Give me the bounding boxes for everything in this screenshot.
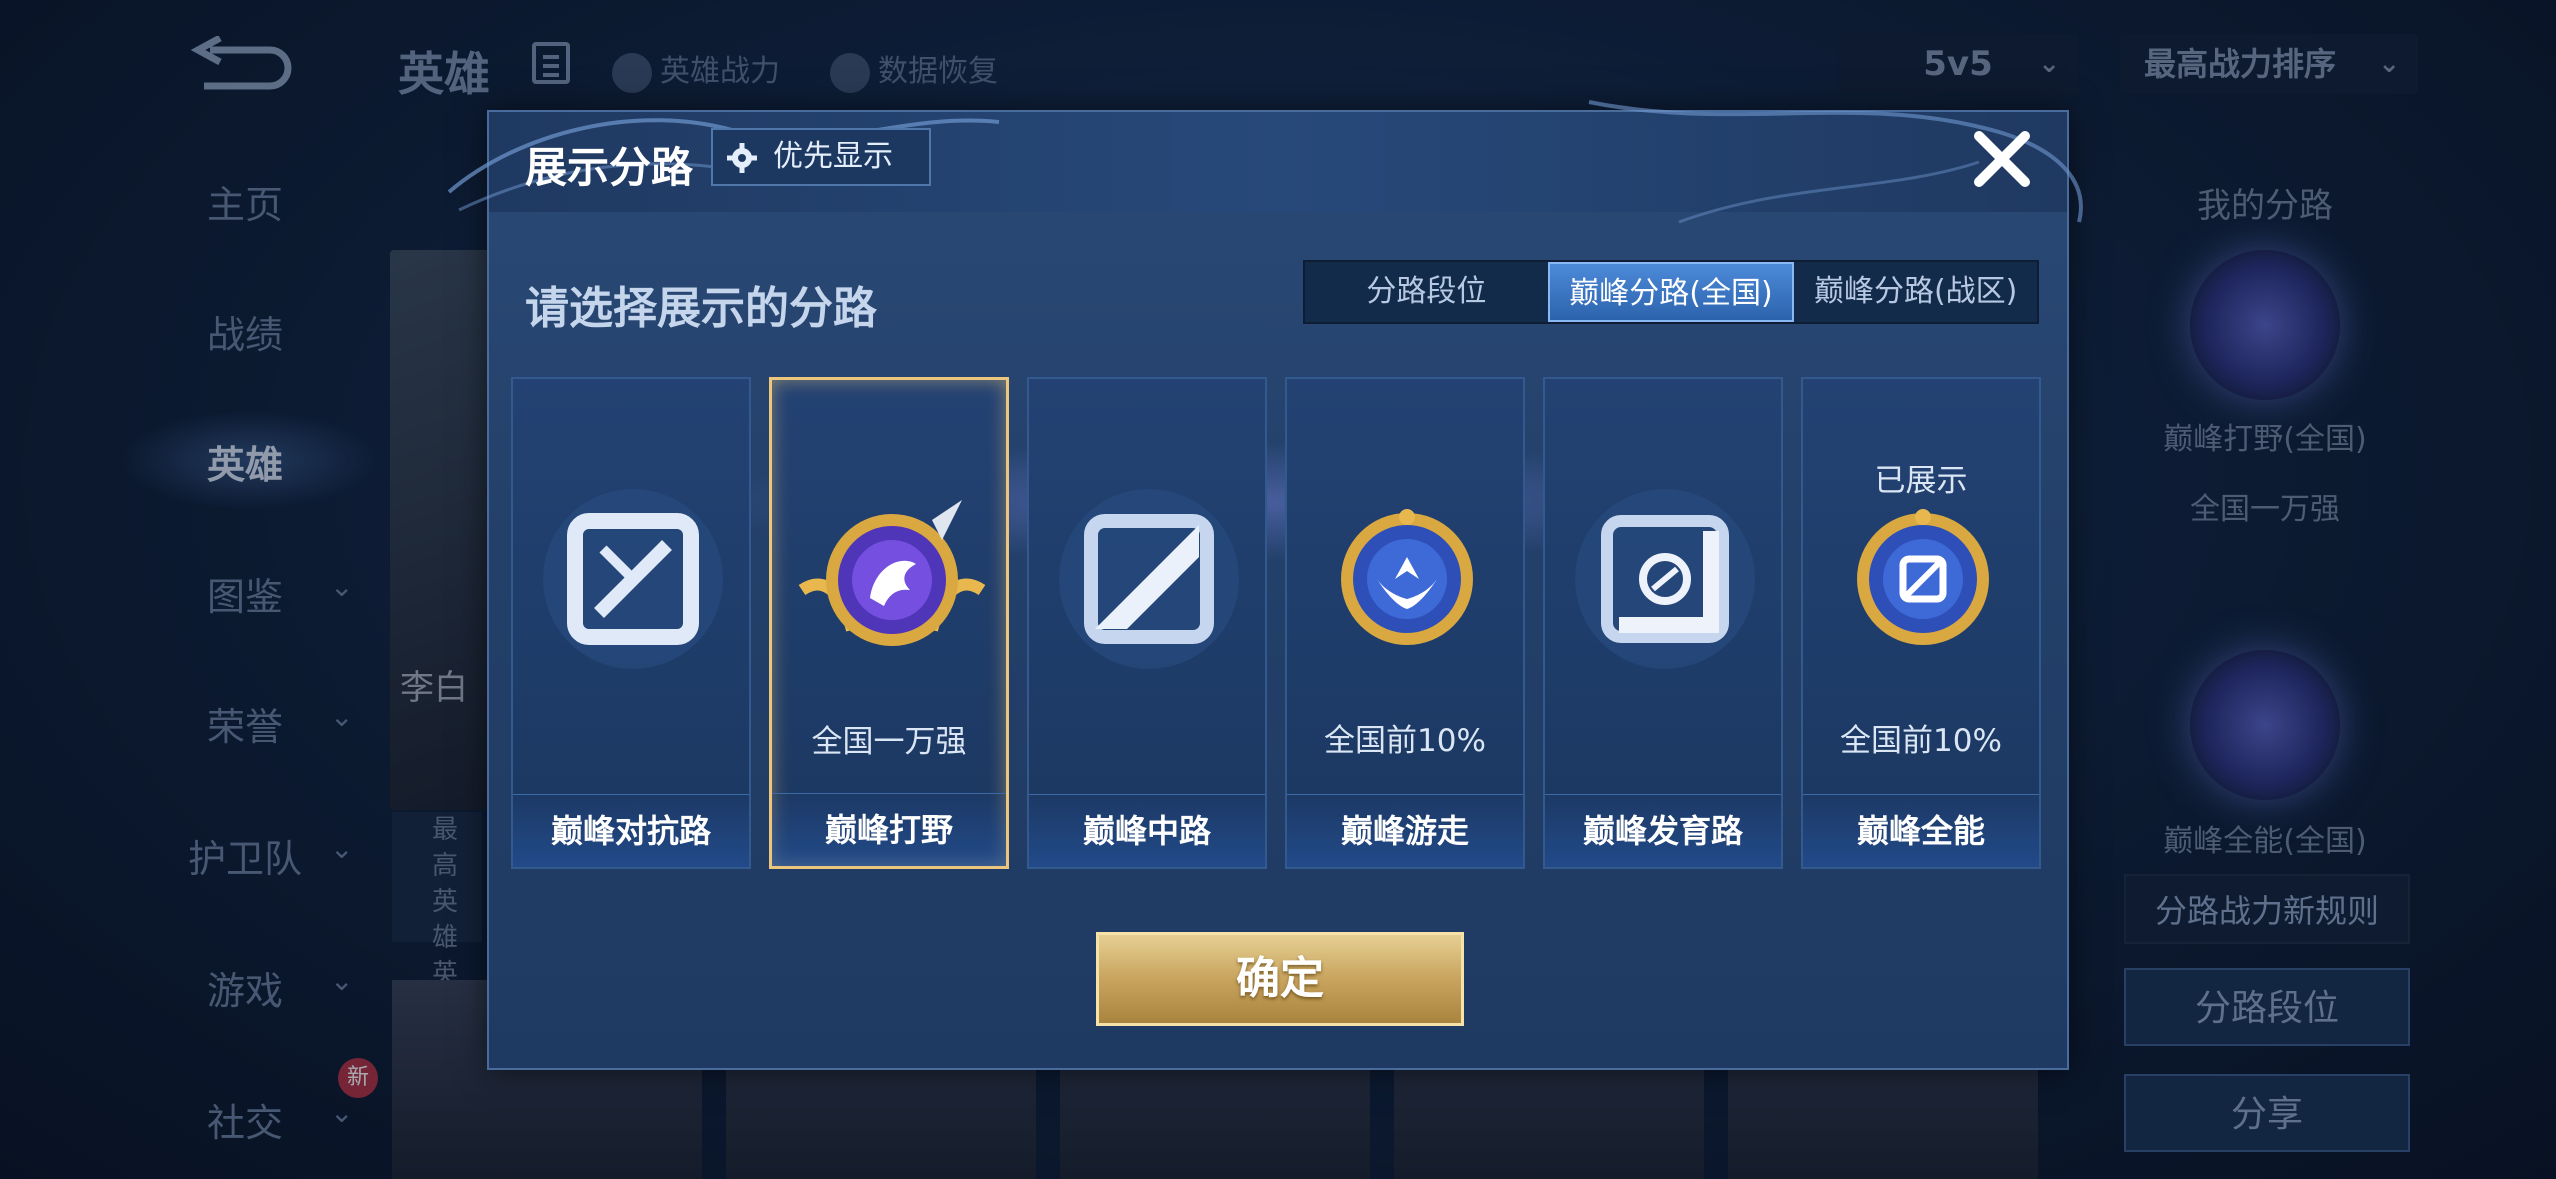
lane-card-label: 巅峰中路 <box>1082 812 1211 850</box>
lane-card-label: 巅峰全能 <box>1856 812 1985 850</box>
lane-tabs: 分路段位 巅峰分路(全国) 巅峰分路(战区) <box>1303 260 2039 324</box>
lane-card-label: 巅峰游走 <box>1340 812 1469 850</box>
lane-card-roam[interactable]: 全国前10% 巅峰游走 <box>1285 377 1525 869</box>
sword-lane-icon <box>543 489 723 669</box>
lane-card-label: 巅峰发育路 <box>1582 812 1743 850</box>
lane-card-status: 全国前10% <box>1324 723 1486 759</box>
farm-lane-icon <box>1575 489 1755 669</box>
gear-icon <box>727 143 757 173</box>
dragon-badge-icon <box>798 500 986 646</box>
confirm-button[interactable]: 确定 <box>1096 932 1464 1026</box>
lane-card-farm[interactable]: 巅峰发育路 <box>1543 377 1783 869</box>
lane-card-status: 全国前10% <box>1840 723 2002 759</box>
wings-badge-icon <box>1341 509 1473 645</box>
allround-badge-icon <box>1857 509 1989 645</box>
lane-card-label: 巅峰打野 <box>824 811 953 849</box>
lane-card-allround[interactable]: 已展示 全国前10% 巅峰全能 <box>1801 377 2041 869</box>
priority-display-label: 优先显示 <box>773 139 893 174</box>
close-icon[interactable] <box>1967 124 2037 194</box>
lane-card-status: 全国一万强 <box>811 724 967 760</box>
tab-lane-rank[interactable]: 分路段位 <box>1305 262 1548 322</box>
lane-card-jungle[interactable]: 全国一万强 巅峰打野 <box>769 377 1009 869</box>
tab-peak-region[interactable]: 巅峰分路(战区) <box>1794 262 2037 322</box>
tab-peak-national[interactable]: 巅峰分路(全国) <box>1547 262 1795 322</box>
lane-display-dialog: 展示分路 优先显示 请选择展示的分路 分路段位 巅峰分路(全国) 巅峰分路(战区… <box>447 100 2083 1070</box>
lane-card-top[interactable]: 巅峰对抗路 <box>511 377 751 869</box>
mid-lane-icon <box>1059 489 1239 669</box>
lane-cards: 巅峰对抗路 全国一万强 巅峰打野 巅峰中路 全国前10% 巅峰游走 巅峰发育路 … <box>511 377 2051 869</box>
lane-card-mid[interactable]: 巅峰中路 <box>1027 377 1267 869</box>
select-prompt: 请选择展示的分路 <box>525 283 877 334</box>
dialog-title: 展示分路 <box>525 143 694 192</box>
lane-card-label: 巅峰对抗路 <box>550 812 711 850</box>
priority-display-button[interactable]: 优先显示 <box>711 128 931 186</box>
